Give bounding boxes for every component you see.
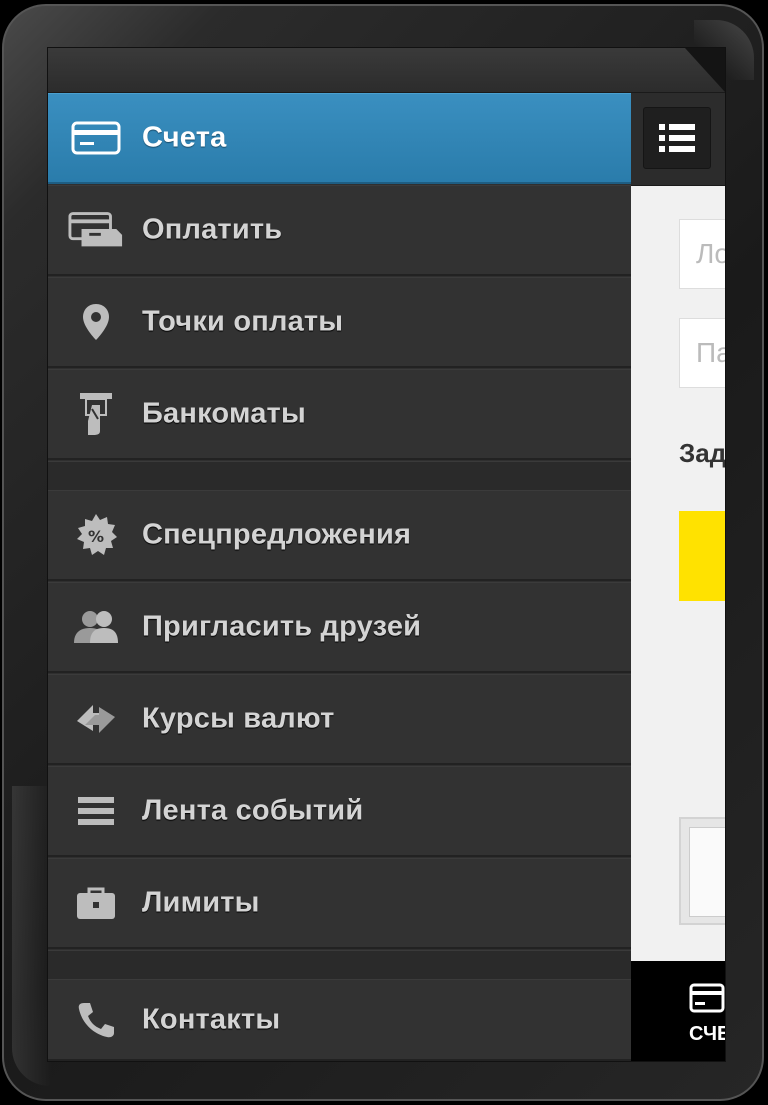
briefcase-icon <box>68 881 124 925</box>
login-button[interactable] <box>679 511 725 601</box>
bottom-tab-bar: СЧЕ <box>631 961 725 1061</box>
menu-item-label: Банкоматы <box>142 397 306 430</box>
secondary-panel-inner <box>689 827 725 917</box>
location-pin-icon <box>68 300 124 344</box>
exchange-icon <box>68 697 124 741</box>
menu-item-label: Пригласить друзей <box>142 610 422 643</box>
menu-item-label: Лимиты <box>142 886 260 919</box>
screen: Счета Оплатить Точки оплаты Банкоматы % … <box>47 47 726 1062</box>
menu-separator <box>48 950 631 980</box>
tab-accounts-label[interactable]: СЧЕ <box>689 1023 725 1046</box>
menu-item-event-feed[interactable]: Лента событий <box>48 766 631 857</box>
menu-separator <box>48 461 631 491</box>
login-placeholder: Ло <box>696 238 725 269</box>
users-icon <box>68 605 124 649</box>
menu-toggle-button[interactable] <box>643 107 711 169</box>
menu-item-accounts[interactable]: Счета <box>48 93 631 184</box>
payment-icon <box>68 208 124 252</box>
menu-item-atms[interactable]: Банкоматы <box>48 369 631 460</box>
atm-icon <box>68 392 124 436</box>
content-header <box>631 93 725 186</box>
status-bar <box>48 48 725 93</box>
menu-item-label: Курсы валют <box>142 702 335 735</box>
secondary-panel[interactable] <box>679 817 725 925</box>
phone-icon <box>68 998 124 1042</box>
hamburger-icon <box>659 124 695 152</box>
menu-item-invite-friends[interactable]: Пригласить друзей <box>48 582 631 673</box>
menu-item-label: Спецпредложения <box>142 518 412 551</box>
menu-item-label: Оплатить <box>142 213 283 246</box>
card-icon <box>68 116 124 160</box>
menu-item-label: Лента событий <box>142 794 364 827</box>
password-placeholder: Па <box>696 337 725 368</box>
menu-item-label: Точки оплаты <box>142 305 344 338</box>
forgot-password-link[interactable]: Зад <box>679 438 725 469</box>
tab-accounts-card-icon <box>689 983 725 1018</box>
svg-text:%: % <box>88 527 104 546</box>
menu-item-pay[interactable]: Оплатить <box>48 185 631 276</box>
menu-item-contacts[interactable]: Контакты <box>48 979 631 1061</box>
device-frame: Счета Оплатить Точки оплаты Банкоматы % … <box>2 4 764 1101</box>
menu-item-label: Контакты <box>142 1003 281 1035</box>
percent-badge-icon: % <box>68 513 124 557</box>
login-input[interactable]: Ло <box>679 219 725 289</box>
password-input[interactable]: Па <box>679 318 725 388</box>
menu-item-limits[interactable]: Лимиты <box>48 858 631 949</box>
menu-item-special-offers[interactable]: % Спецпредложения <box>48 490 631 581</box>
menu-item-exchange-rates[interactable]: Курсы валют <box>48 674 631 765</box>
status-bar-corner <box>685 48 725 92</box>
menu-item-label: Счета <box>142 121 227 154</box>
menu-item-payment-points[interactable]: Точки оплаты <box>48 277 631 368</box>
list-icon <box>68 789 124 833</box>
main-content-peek: Ло Па Зад СЧЕ <box>631 93 725 1061</box>
device-shine-bottom <box>12 786 52 1086</box>
navigation-drawer: Счета Оплатить Точки оплаты Банкоматы % … <box>48 93 631 1061</box>
